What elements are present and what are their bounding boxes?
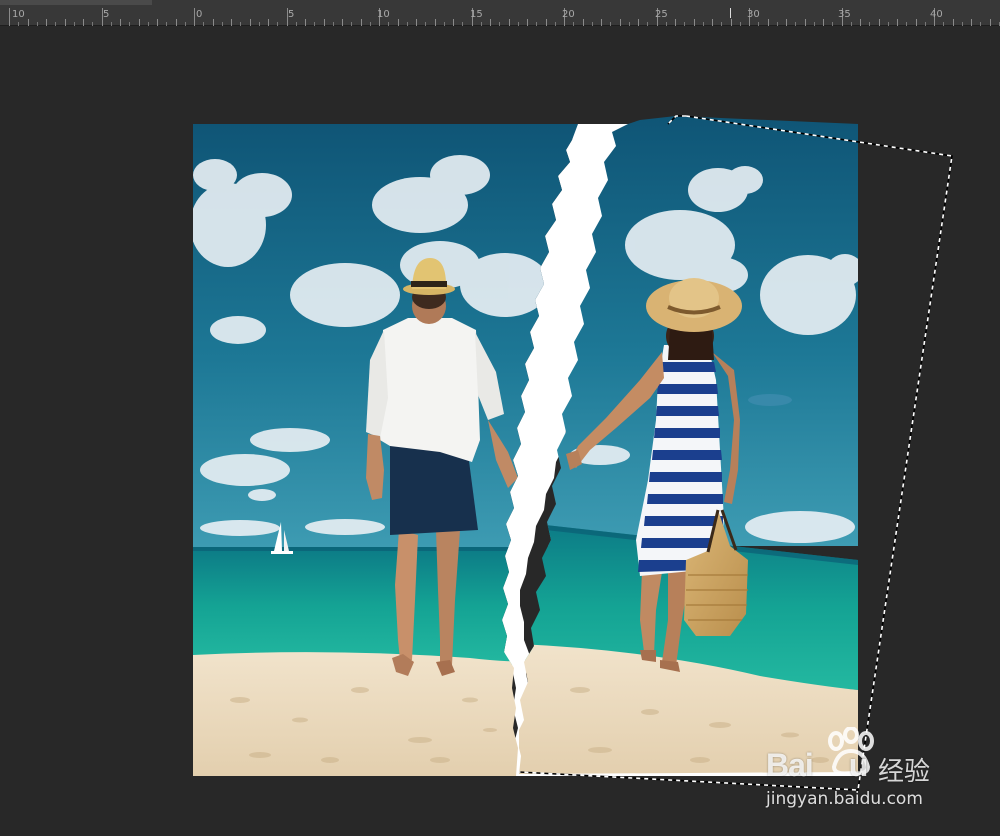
ruler-tick-label: 30 — [747, 9, 760, 20]
horizontal-ruler[interactable]: 10 5 0 5 10 15 20 25 30 35 40 — [0, 0, 1000, 26]
jingyan-text: 经验 — [878, 757, 931, 787]
ruler-tick-label: 5 — [288, 9, 295, 20]
ruler-tick-label: 20 — [562, 9, 575, 20]
torn-photo-artwork — [193, 115, 953, 791]
document-canvas[interactable] — [0, 27, 1000, 836]
ruler-tick-label: 5 — [103, 9, 110, 20]
ruler-tick-label: 0 — [196, 9, 203, 20]
baidu-jingyan-watermark: Bai u 经验 jingyan.baidu.com — [766, 727, 956, 817]
ruler-tick-label: 10 — [377, 9, 390, 20]
baidu-logo-text: Bai u — [766, 747, 868, 783]
ruler-tick-label: 25 — [655, 9, 668, 20]
ruler-tick-label: 15 — [470, 9, 483, 20]
ruler-tick-label: 40 — [930, 9, 943, 20]
photoshop-workspace: 10 5 0 5 10 15 20 25 30 35 40 Bai u 经验 j… — [0, 0, 1000, 836]
ruler-tick-label: 35 — [838, 9, 851, 20]
ruler-tick-label: 10 — [12, 9, 25, 20]
watermark-url: jingyan.baidu.com — [766, 789, 923, 809]
